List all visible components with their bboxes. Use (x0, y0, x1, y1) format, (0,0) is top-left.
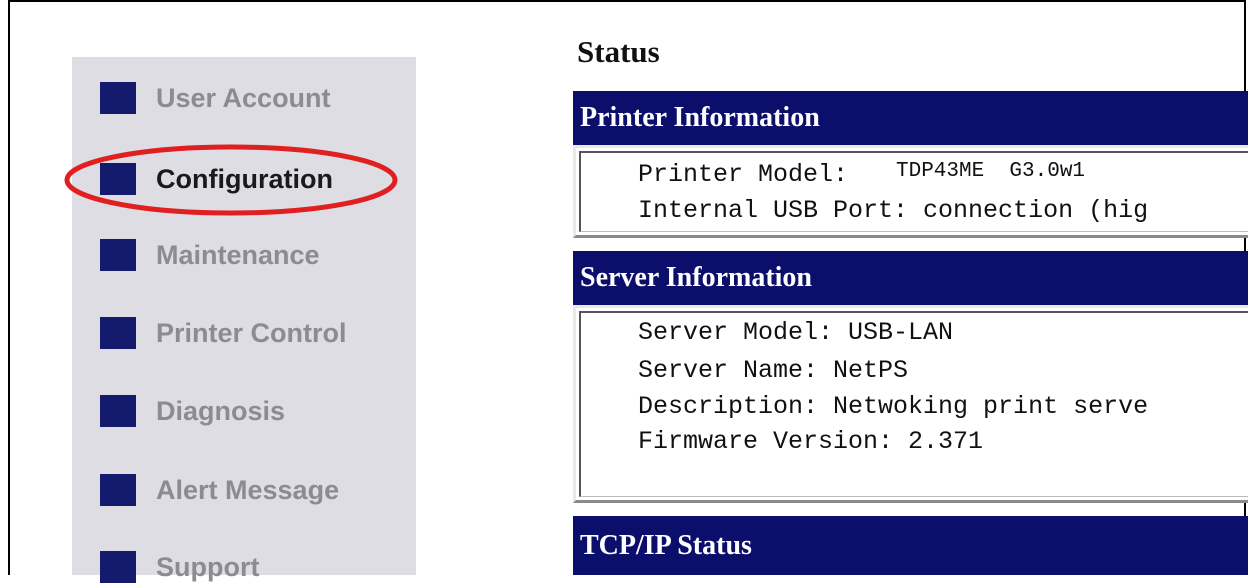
sidebar-item-user-account[interactable]: User Account (100, 78, 331, 118)
sidebar-item-printer-control[interactable]: Printer Control (100, 313, 347, 353)
sidebar: User Account Configuration Maintenance P… (72, 57, 416, 583)
nav-bullet-icon (100, 317, 136, 349)
printer-model-value: TDP43ME G3.0w1 (896, 160, 1086, 183)
sidebar-item-label: Maintenance (156, 239, 320, 270)
nav-bullet-icon (100, 551, 136, 583)
sidebar-item-label: Printer Control (156, 317, 347, 348)
server-information-header: Server Information (573, 251, 1248, 305)
nav-bullet-icon (100, 82, 136, 114)
sidebar-item-diagnosis[interactable]: Diagnosis (100, 391, 285, 431)
printer-information-header: Printer Information (573, 91, 1248, 145)
server-description: Description: Netwoking print serve (638, 392, 1149, 421)
sidebar-item-label: User Account (156, 82, 331, 113)
sidebar-item-support[interactable]: Support (100, 547, 259, 587)
sidebar-item-maintenance[interactable]: Maintenance (100, 235, 320, 275)
printer-information-panel: Printer Model: TDP43ME G3.0w1 Internal U… (573, 145, 1248, 238)
server-name: Server Name: NetPS (638, 356, 909, 385)
tcpip-status-header: TCP/IP Status (573, 516, 1248, 575)
sidebar-item-label: Support (156, 551, 260, 582)
nav-bullet-icon (100, 395, 136, 427)
usb-port-status: Internal USB Port: connection (hig (638, 196, 1149, 225)
nav-bullet-icon (100, 239, 136, 271)
sidebar-item-label: Diagnosis (156, 395, 286, 426)
server-information-panel: Server Model: USB-LAN Server Name: NetPS… (573, 305, 1248, 503)
page-title: Status (577, 34, 660, 69)
printer-model-label: Printer Model: (638, 160, 849, 189)
server-model: Server Model: USB-LAN (638, 318, 954, 347)
sidebar-item-alert-message[interactable]: Alert Message (100, 470, 339, 510)
nav-bullet-icon (100, 474, 136, 506)
highlight-circle-annotation (64, 144, 398, 216)
firmware-version: Firmware Version: 2.371 (638, 427, 984, 456)
sidebar-item-label: Alert Message (156, 474, 340, 505)
